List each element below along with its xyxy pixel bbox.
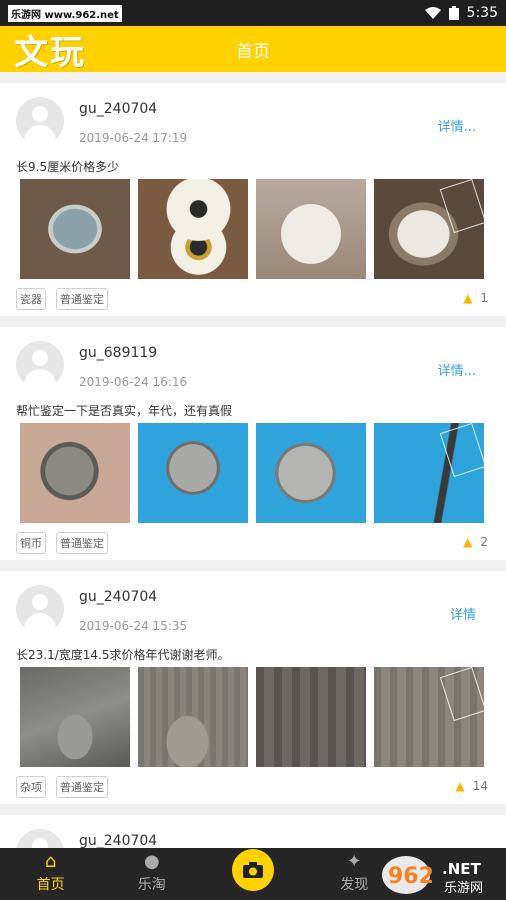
badge-logo: 962 xyxy=(388,864,434,889)
post-image[interactable] xyxy=(20,423,130,523)
post-detail-link[interactable]: 详情 xyxy=(450,604,476,623)
camera-icon xyxy=(243,862,263,878)
post-image[interactable] xyxy=(374,667,484,767)
battery-icon xyxy=(448,6,459,20)
nav-taobao-label: 乐淘 xyxy=(137,877,166,893)
fire-icon: ▲ xyxy=(455,779,465,793)
bulb-icon: ● xyxy=(143,851,160,872)
post-image[interactable] xyxy=(138,423,248,523)
post-username[interactable]: gu_240704 xyxy=(79,589,157,605)
post-images xyxy=(20,423,484,523)
post-card[interactable]: gu_240704 2019-06-24 17:19 详情... 长9.5厘米价… xyxy=(0,83,506,316)
avatar[interactable] xyxy=(16,585,64,633)
post-username[interactable]: gu_240704 xyxy=(79,833,157,848)
post-image[interactable] xyxy=(138,179,248,279)
post-description: 长23.1/宽度14.5求价格年代谢谢老师。 xyxy=(16,648,230,662)
post-images xyxy=(20,179,484,279)
site-watermark-badge: 962 .NET 乐游网 xyxy=(382,856,483,896)
wifi-icon xyxy=(424,7,441,19)
heat-count[interactable]: ▲ 1 xyxy=(463,291,488,305)
heat-value: 2 xyxy=(480,535,488,549)
appraisal-tag[interactable]: 普通鉴定 xyxy=(56,532,108,554)
post-image[interactable] xyxy=(256,179,366,279)
badge-name: 乐游网 xyxy=(444,881,483,896)
app-logo: 文玩 xyxy=(14,32,86,73)
post-image[interactable] xyxy=(20,667,130,767)
heat-count[interactable]: ▲ 14 xyxy=(455,779,488,793)
post-description: 帮忙鉴定一下是否真实，年代，还有真假 xyxy=(16,404,233,418)
camera-button[interactable] xyxy=(232,849,274,891)
top-bar: 文玩 首页 xyxy=(0,26,506,73)
post-tags: 瓷器 普通鉴定 xyxy=(16,288,108,310)
fire-icon: ▲ xyxy=(463,535,473,549)
nav-home-label: 首页 xyxy=(36,877,65,893)
post-image[interactable] xyxy=(374,423,484,523)
category-tag[interactable]: 杂项 xyxy=(16,776,46,798)
nav-home[interactable]: ⌂ 首页 xyxy=(0,848,101,900)
nav-camera[interactable] xyxy=(202,848,303,900)
appraisal-tag[interactable]: 普通鉴定 xyxy=(56,776,108,798)
heat-count[interactable]: ▲ 2 xyxy=(463,535,488,549)
post-card[interactable]: gu_240704 xyxy=(0,815,506,848)
post-detail-link[interactable]: 详情... xyxy=(438,360,476,379)
watermark: 乐游网 www.962.net xyxy=(8,4,122,22)
nav-discover-label: 发现 xyxy=(340,877,369,893)
avatar[interactable] xyxy=(16,829,64,848)
post-images xyxy=(20,667,484,767)
post-time: 2019-06-24 16:16 xyxy=(79,375,188,389)
post-time: 2019-06-24 17:19 xyxy=(79,131,188,145)
heat-value: 1 xyxy=(480,291,488,305)
post-image[interactable] xyxy=(256,423,366,523)
post-description: 长9.5厘米价格多少 xyxy=(16,160,120,174)
category-tag[interactable]: 瓷器 xyxy=(16,288,46,310)
post-image[interactable] xyxy=(374,179,484,279)
home-icon: ⌂ xyxy=(44,851,57,872)
heat-value: 14 xyxy=(472,779,488,793)
badge-net: .NET xyxy=(442,860,481,878)
post-tags: 铜币 普通鉴定 xyxy=(16,532,108,554)
post-card[interactable]: gu_240704 2019-06-24 15:35 详情 长23.1/宽度14… xyxy=(0,571,506,804)
post-username[interactable]: gu_689119 xyxy=(79,345,157,361)
fire-icon: ▲ xyxy=(463,291,473,305)
post-image[interactable] xyxy=(138,667,248,767)
clock: 5:35 xyxy=(466,5,498,21)
post-image[interactable] xyxy=(20,179,130,279)
nav-taobao[interactable]: ● 乐淘 xyxy=(101,848,202,900)
compass-icon: ✦ xyxy=(346,851,362,872)
post-username[interactable]: gu_240704 xyxy=(79,101,157,117)
post-card[interactable]: gu_689119 2019-06-24 16:16 详情... 帮忙鉴定一下是… xyxy=(0,327,506,560)
status-bar: 乐游网 www.962.net 5:35 xyxy=(0,0,506,26)
post-tags: 杂项 普通鉴定 xyxy=(16,776,108,798)
post-image[interactable] xyxy=(256,667,366,767)
category-tag[interactable]: 铜币 xyxy=(16,532,46,554)
post-feed[interactable]: gu_240704 2019-06-24 17:19 详情... 长9.5厘米价… xyxy=(0,72,506,848)
post-time: 2019-06-24 15:35 xyxy=(79,619,188,633)
appraisal-tag[interactable]: 普通鉴定 xyxy=(56,288,108,310)
avatar[interactable] xyxy=(16,341,64,389)
post-detail-link[interactable]: 详情... xyxy=(438,116,476,135)
avatar[interactable] xyxy=(16,97,64,145)
